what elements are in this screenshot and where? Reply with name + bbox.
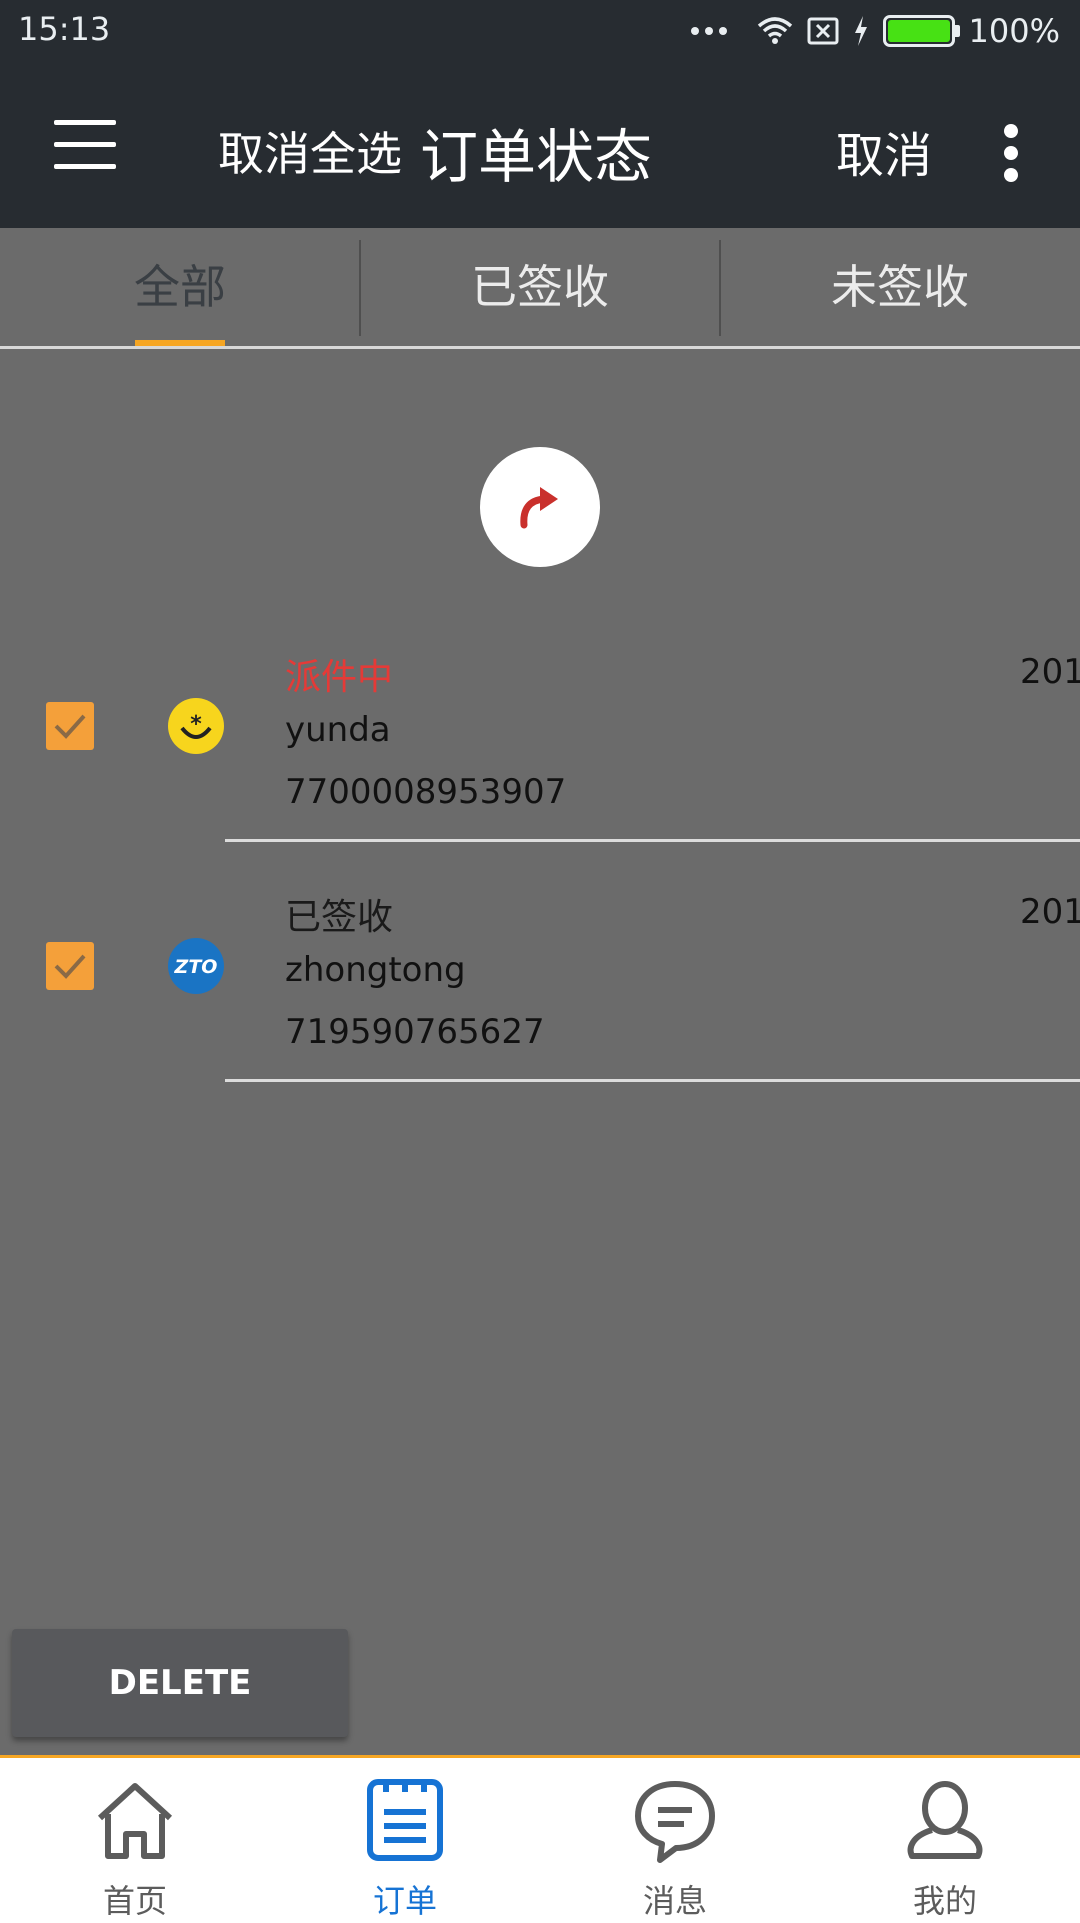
row-divider (225, 1079, 1080, 1082)
bottom-navigation: 首页 订单 消息 我的 (0, 1755, 1080, 1923)
yunda-logo-icon: * (168, 698, 224, 754)
nav-label: 我的 (912, 1882, 977, 1920)
order-status: 已签收 (285, 897, 394, 938)
tab-all[interactable]: 全部 (0, 228, 360, 346)
active-tab-indicator (135, 340, 225, 346)
order-checkbox[interactable] (46, 942, 94, 990)
nav-label: 消息 (642, 1882, 707, 1920)
refresh-button[interactable] (480, 447, 600, 567)
page-title: 订单状态 (420, 123, 653, 191)
nav-home[interactable]: 首页 (0, 1758, 270, 1923)
deselect-all-button[interactable]: 取消全选 (218, 118, 402, 184)
checkmark-icon (54, 954, 86, 979)
order-date: 201 (1020, 652, 1080, 692)
tracking-number: 7700008953907 (285, 772, 567, 812)
status-icons: 100% (690, 12, 1060, 50)
more-notifications-icon (690, 27, 727, 35)
order-date: 201 (1020, 892, 1080, 932)
order-row[interactable]: * 派件中 yunda 7700008953907 201 (0, 640, 1080, 880)
status-tabs: 全部 已签收 未签收 (0, 228, 1080, 349)
wifi-icon (757, 17, 792, 44)
refresh-arrow-icon (520, 487, 558, 529)
zto-logo-icon: ZTO (168, 938, 224, 994)
row-divider (225, 839, 1080, 842)
message-icon (635, 1781, 715, 1863)
more-options-icon[interactable] (1004, 124, 1020, 182)
courier-name: yunda (285, 710, 391, 750)
no-sim-icon (807, 17, 839, 45)
battery-percent: 100% (968, 12, 1060, 50)
home-icon (97, 1783, 173, 1859)
nav-label: 首页 (102, 1882, 167, 1920)
order-status: 派件中 (285, 657, 394, 698)
tracking-number: 719590765627 (285, 1012, 545, 1052)
order-row[interactable]: ZTO 已签收 zhongtong 719590765627 201 (0, 880, 1080, 1120)
delete-button[interactable]: DELETE (12, 1629, 348, 1737)
nav-messages[interactable]: 消息 (540, 1758, 810, 1923)
nav-label: 订单 (372, 1882, 437, 1920)
nav-orders[interactable]: 订单 (270, 1758, 540, 1923)
courier-name: zhongtong (285, 950, 466, 990)
charging-icon (854, 16, 867, 46)
tab-unsigned[interactable]: 未签收 (720, 228, 1080, 346)
status-time: 15:13 (18, 10, 111, 48)
app-bar: 取消全选 订单状态 取消 (0, 62, 1080, 228)
profile-icon (907, 1781, 983, 1859)
menu-icon[interactable] (54, 120, 116, 172)
cancel-button[interactable]: 取消 (836, 116, 932, 186)
battery-icon (882, 15, 960, 47)
tab-signed[interactable]: 已签收 (360, 228, 720, 346)
nav-profile[interactable]: 我的 (810, 1758, 1080, 1923)
order-checkbox[interactable] (46, 702, 94, 750)
checkmark-icon (54, 714, 86, 739)
status-bar: 15:13 100% (0, 0, 1080, 62)
svg-text:ZTO: ZTO (174, 956, 218, 978)
orders-icon (367, 1779, 443, 1861)
svg-text:*: * (190, 712, 202, 737)
